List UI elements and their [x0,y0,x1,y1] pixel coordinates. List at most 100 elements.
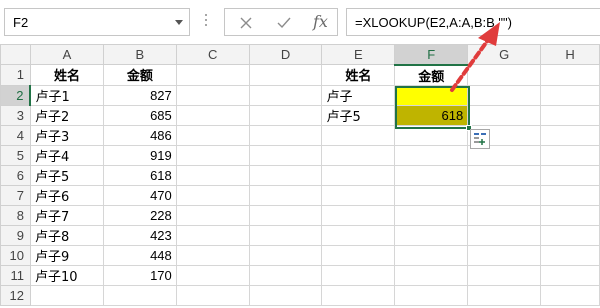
column-header[interactable]: B [102,44,177,65]
cell[interactable] [175,64,250,86]
row-header[interactable]: 7 [0,184,31,206]
cell-lookup-name[interactable]: 卢子5 [321,104,396,126]
cell-f3[interactable]: 618 [394,104,469,126]
row-header[interactable]: 10 [0,244,31,266]
cell[interactable] [248,204,323,226]
cell[interactable] [321,124,396,146]
cell[interactable] [321,224,396,246]
cell[interactable] [394,284,469,306]
row-header[interactable]: 3 [0,104,31,126]
column-header[interactable]: E [321,44,396,65]
cell-amount[interactable]: 827 [102,84,177,106]
cell[interactable] [248,224,323,246]
cell-amount[interactable]: 618 [102,164,177,186]
cell[interactable] [467,264,542,286]
cell[interactable] [540,124,600,146]
row-header[interactable]: 8 [0,204,31,226]
cell[interactable] [321,164,396,186]
column-header-selected[interactable]: F [394,44,469,66]
cell-name[interactable]: 卢子3 [29,124,104,146]
cell-name[interactable]: 卢子2 [29,104,104,126]
cell[interactable] [540,284,600,306]
cell[interactable] [175,264,250,286]
cell[interactable] [540,264,600,286]
cell[interactable] [248,64,323,86]
cell[interactable] [102,284,177,306]
cell[interactable] [175,184,250,206]
cell-amount[interactable]: 685 [102,104,177,126]
cell[interactable] [540,144,600,166]
row-header-selected[interactable]: 2 [0,84,32,106]
cell[interactable] [540,164,600,186]
cell[interactable] [248,284,323,306]
cell[interactable] [467,184,542,206]
cell[interactable] [29,284,104,306]
quick-analysis-icon[interactable] [470,129,490,149]
cell-name[interactable]: 卢子1 [29,84,104,106]
close-icon[interactable] [235,13,257,33]
cell[interactable] [394,244,469,266]
cell[interactable] [394,144,469,166]
formula-input[interactable]: =XLOOKUP(E2,A:A,B:B,"") [346,8,600,36]
chevron-down-icon[interactable] [175,20,183,25]
row-header[interactable]: 6 [0,164,31,186]
check-icon[interactable] [273,13,295,33]
fx-icon[interactable]: fx [313,12,328,31]
cell-name[interactable]: 卢子4 [29,144,104,166]
cell[interactable] [175,244,250,266]
cell-name[interactable]: 卢子5 [29,164,104,186]
cell[interactable] [540,64,600,86]
cell[interactable] [394,264,469,286]
cell-f1[interactable]: 金额 [394,64,469,86]
cell[interactable] [540,224,600,246]
row-header[interactable]: 9 [0,224,31,246]
cell[interactable] [175,104,250,126]
cell[interactable] [540,104,600,126]
cell[interactable] [467,104,542,126]
cell[interactable] [175,284,250,306]
cell[interactable] [321,184,396,206]
cell[interactable] [175,144,250,166]
cell[interactable] [394,204,469,226]
cell[interactable] [175,124,250,146]
row-header[interactable]: 12 [0,284,31,306]
cell-amount[interactable]: 448 [102,244,177,266]
cell[interactable] [467,64,542,86]
cell[interactable] [467,204,542,226]
column-header[interactable]: A [29,44,104,65]
column-header[interactable]: H [540,44,600,65]
cell[interactable] [321,264,396,286]
row-header[interactable]: 4 [0,124,31,146]
cell[interactable] [248,144,323,166]
cell[interactable] [321,144,396,166]
cell[interactable] [248,84,323,106]
cell[interactable] [248,124,323,146]
cell-name[interactable]: 卢子10 [29,264,104,286]
cell[interactable] [467,244,542,266]
column-header[interactable]: D [248,44,323,65]
cell[interactable] [394,184,469,206]
name-box[interactable]: F2 [4,8,190,36]
cell[interactable] [467,84,542,106]
cell[interactable] [175,224,250,246]
cell[interactable] [394,224,469,246]
cell[interactable] [321,284,396,306]
cell[interactable] [540,204,600,226]
cell[interactable] [540,244,600,266]
cell[interactable] [540,84,600,106]
cell[interactable] [467,284,542,306]
cell-name[interactable]: 卢子7 [29,204,104,226]
cell-b1[interactable]: 金额 [102,64,177,86]
cell[interactable] [394,124,469,146]
cell[interactable] [175,164,250,186]
cell-amount[interactable]: 919 [102,144,177,166]
cell[interactable] [175,204,250,226]
cell-name[interactable]: 卢子9 [29,244,104,266]
drag-handle-icon[interactable] [205,14,208,30]
cell-lookup-name[interactable]: 卢子 [321,84,396,106]
column-header[interactable]: C [175,44,250,65]
row-header[interactable]: 11 [0,264,31,286]
cell[interactable] [321,204,396,226]
cell-name[interactable]: 卢子6 [29,184,104,206]
cell[interactable] [175,84,250,106]
